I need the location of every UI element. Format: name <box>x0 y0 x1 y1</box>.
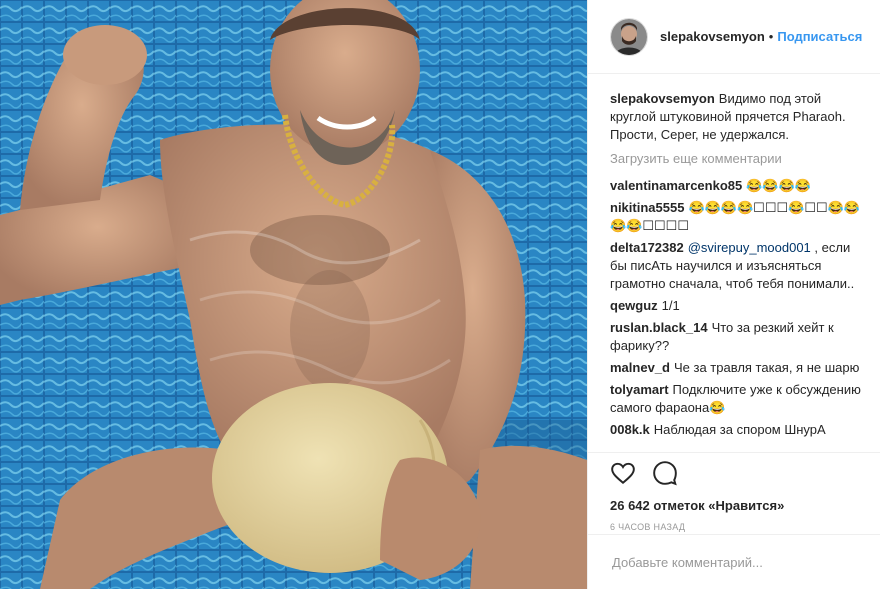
header-username[interactable]: slepakovsemyon <box>660 29 765 44</box>
load-more-comments[interactable]: Загрузить еще комментарии <box>610 150 864 168</box>
avatar[interactable] <box>610 17 648 56</box>
post-photo[interactable] <box>0 0 587 589</box>
comment-item: ruslan.black_14 Что за резкий хейт к фари… <box>610 319 864 355</box>
comment-username[interactable]: malnev_d <box>610 360 670 375</box>
comment-username[interactable]: 008k.k <box>610 422 650 437</box>
comment-item: qewguz 1/1 <box>610 297 864 315</box>
comment-username[interactable]: ruslan.black_14 <box>610 320 708 335</box>
speech-bubble-icon[interactable] <box>652 460 678 486</box>
post-sidebar: slepakovsemyon • Подписаться slepakovsem… <box>587 0 880 589</box>
comment-text: 1/1 <box>661 298 680 313</box>
comment-item: valentinamarcenko85 😂😂😂😂 <box>610 177 864 195</box>
comment-item: tolyamart Подключите уже к обсуждению сам… <box>610 381 864 417</box>
pool-photo-illustration <box>0 0 587 589</box>
comment-username[interactable]: nikitina5555 <box>610 200 684 215</box>
caption-username[interactable]: slepakovsemyon <box>610 91 715 106</box>
comment-mention[interactable]: @svirepuy_mood001 <box>688 240 811 255</box>
post-timestamp[interactable]: 6 ЧАСОВ НАЗАД <box>588 522 880 532</box>
add-comment-bar <box>588 534 880 589</box>
comment-item: malnev_d Че за травля такая, я не шарю <box>610 359 864 377</box>
caption: slepakovsemyon Видимо под этой круглой шт… <box>610 90 864 144</box>
comments-list[interactable]: slepakovsemyon Видимо под этой круглой шт… <box>588 74 880 452</box>
comment-username[interactable]: valentinamarcenko85 <box>610 178 742 193</box>
avatar-image <box>611 18 647 55</box>
follow-button[interactable]: Подписаться <box>777 29 862 44</box>
comment-item: 008k.k Наблюдая за спором ШнурА <box>610 421 864 439</box>
comment-username[interactable]: qewguz <box>610 298 658 313</box>
post-header: slepakovsemyon • Подписаться <box>588 0 880 74</box>
separator-dot: • <box>768 29 774 44</box>
comment-username[interactable]: tolyamart <box>610 382 669 397</box>
add-comment-input[interactable] <box>610 553 858 571</box>
comment-text: 😂😂😂😂 <box>746 178 811 193</box>
comment-username[interactable]: delta172382 <box>610 240 684 255</box>
post-actions <box>588 452 880 492</box>
comment-item: delta172382 @svirepuy_mood001 , если бы п… <box>610 239 864 293</box>
comment-text: Че за травля такая, я не шарю <box>673 360 860 375</box>
likes-count[interactable]: 26 642 отметок «Нравится» <box>588 498 880 513</box>
comment-text: Наблюдая за спором ШнурА <box>653 422 826 437</box>
instagram-post: slepakovsemyon • Подписаться slepakovsem… <box>0 0 880 589</box>
heart-icon[interactable] <box>610 460 636 486</box>
comment-item: nikitina5555 😂😂😂😂☐☐☐😂☐☐😂😂😂😂☐☐☐☐ <box>610 199 864 235</box>
